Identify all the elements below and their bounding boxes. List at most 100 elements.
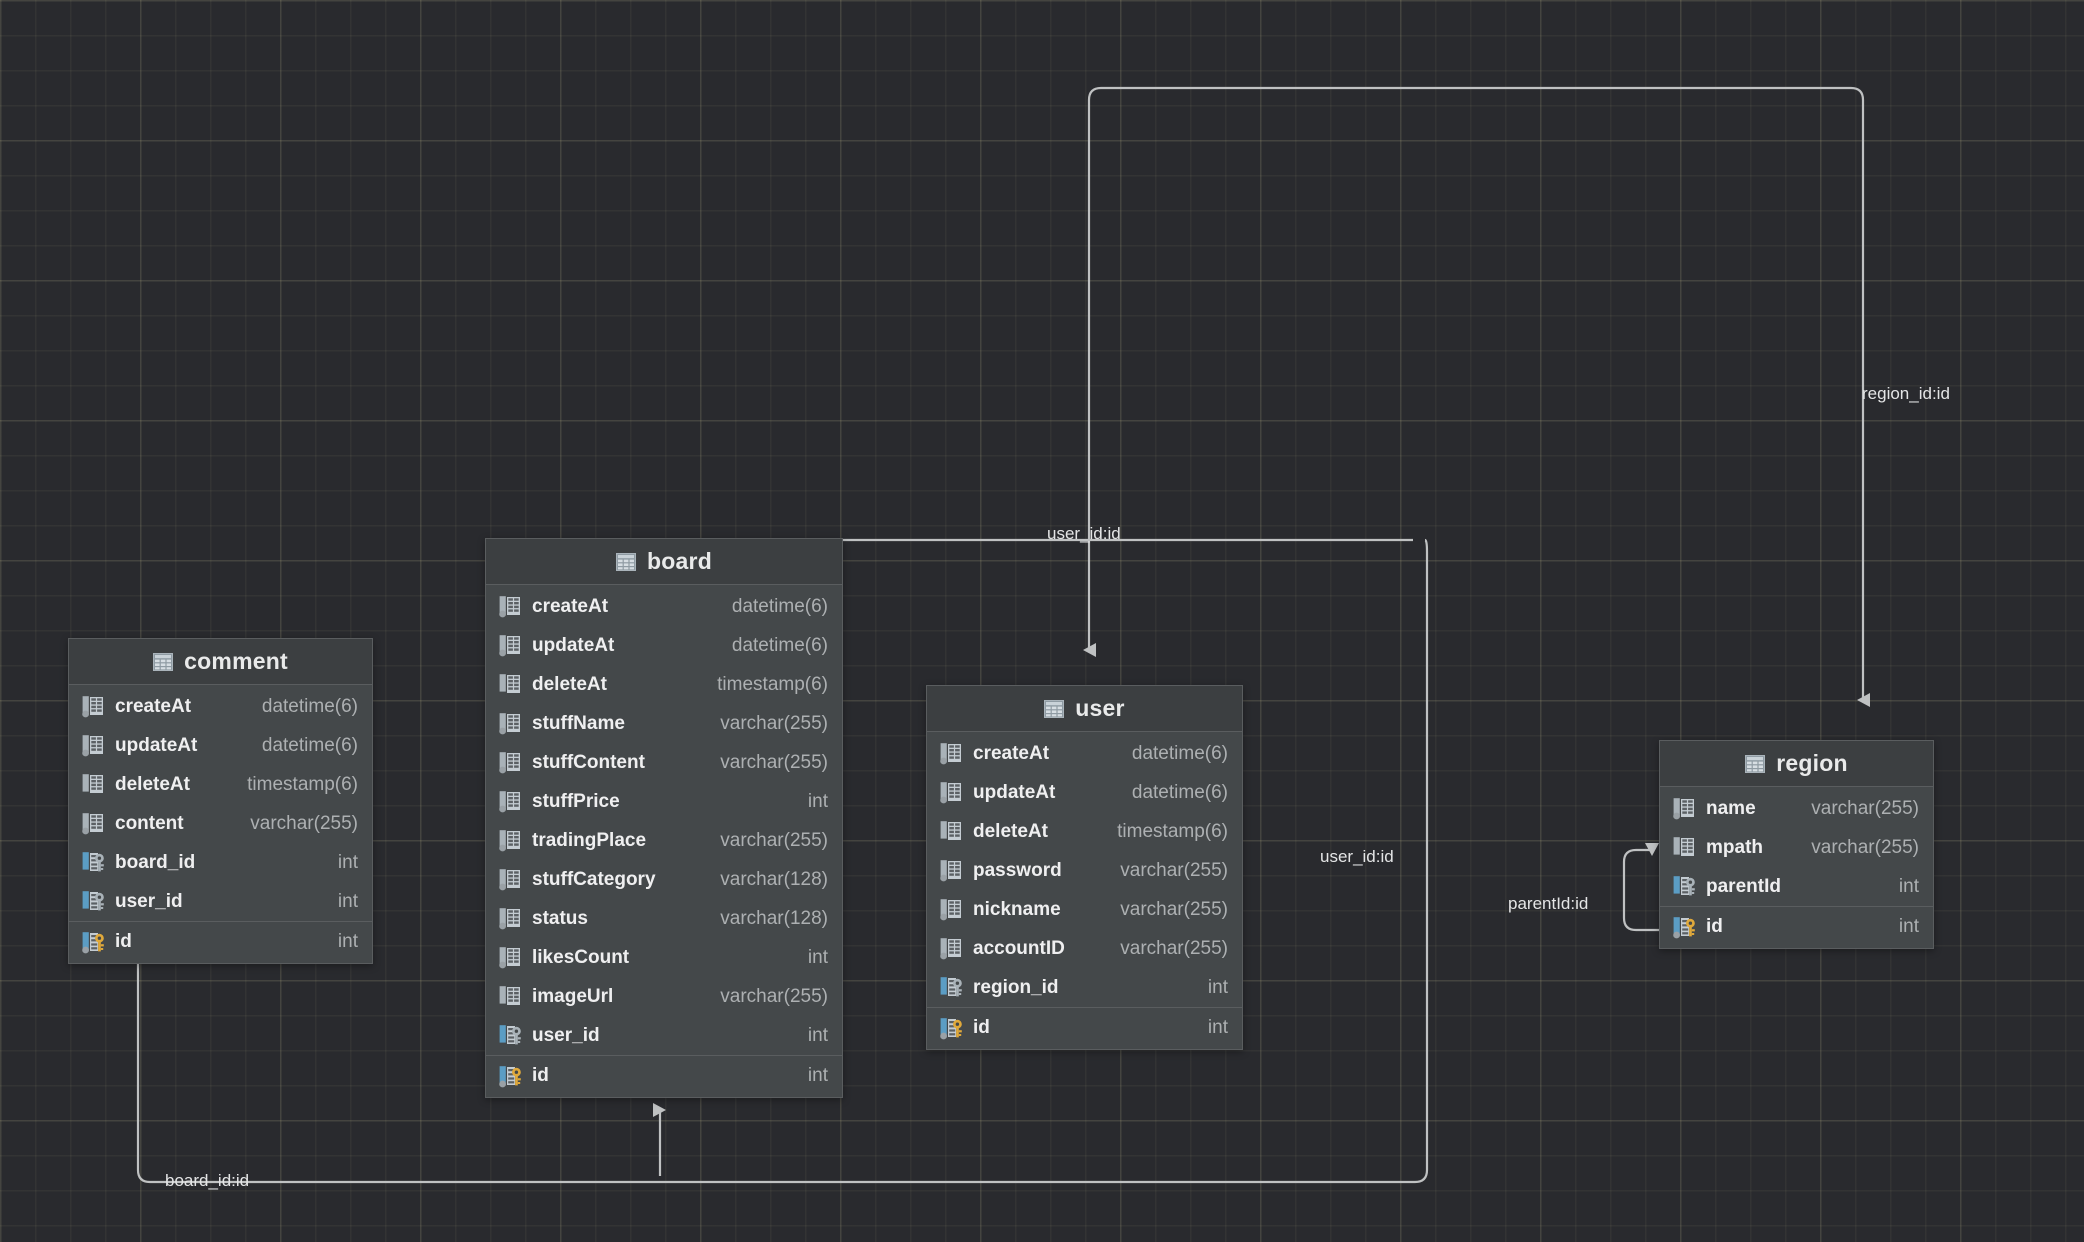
- column-row[interactable]: name varchar(255): [1660, 789, 1933, 828]
- primary-key-icon: [940, 1017, 964, 1040]
- column-row[interactable]: updateAt datetime(6): [486, 626, 842, 665]
- column-name: parentId: [1706, 875, 1781, 897]
- column-type: timestamp(6): [717, 673, 828, 695]
- primary-key-row[interactable]: id int: [69, 921, 372, 962]
- column-row[interactable]: createAt datetime(6): [69, 687, 372, 726]
- column-row[interactable]: stuffPrice int: [486, 782, 842, 821]
- table-node-user[interactable]: user createAt datetime(6) updateAt datet…: [926, 685, 1243, 1050]
- er-diagram-canvas[interactable]: region_id:id user_id:id user_id:id paren…: [0, 0, 2084, 1242]
- table-icon: [1044, 699, 1065, 718]
- column-row[interactable]: board_id int: [69, 843, 372, 882]
- column-name: id: [973, 1017, 990, 1038]
- column-type: int: [337, 890, 358, 912]
- column-row[interactable]: parentId int: [1660, 867, 1933, 906]
- column-name: createAt: [115, 695, 192, 717]
- table-title: user: [1075, 695, 1125, 721]
- column-row[interactable]: region_id int: [927, 968, 1242, 1007]
- column-type: varchar(128): [720, 868, 828, 890]
- table-node-region[interactable]: region name varchar(255) mpath varchar(2…: [1659, 740, 1934, 949]
- column-row[interactable]: updateAt datetime(6): [927, 773, 1242, 812]
- column-row[interactable]: stuffName varchar(255): [486, 704, 842, 743]
- column-icon: [499, 673, 523, 696]
- column-name: createAt: [532, 595, 609, 617]
- column-name: tradingPlace: [532, 829, 647, 851]
- column-name: user_id: [115, 890, 183, 912]
- column-row[interactable]: likesCount int: [486, 938, 842, 977]
- column-type: varchar(255): [720, 985, 828, 1007]
- edge-board-user-id-to-id: [843, 538, 1413, 657]
- table-header[interactable]: board: [486, 539, 842, 585]
- column-name: stuffCategory: [532, 868, 656, 890]
- foreign-key-icon: [499, 1024, 523, 1047]
- foreign-key-icon: [82, 851, 106, 874]
- column-row[interactable]: createAt datetime(6): [927, 734, 1242, 773]
- column-name: id: [1706, 916, 1723, 937]
- table-node-board[interactable]: board createAt datetime(6) updateAt date…: [485, 538, 843, 1098]
- column-nullable-icon: [940, 937, 964, 960]
- column-row[interactable]: deleteAt timestamp(6): [69, 765, 372, 804]
- primary-key-row[interactable]: id int: [927, 1007, 1242, 1048]
- column-nullable-icon: [499, 634, 523, 657]
- column-type: datetime(6): [731, 634, 828, 656]
- table-header[interactable]: user: [927, 686, 1242, 732]
- column-nullable-icon: [499, 946, 523, 969]
- column-row[interactable]: user_id int: [486, 1016, 842, 1055]
- column-row[interactable]: stuffCategory varchar(128): [486, 860, 842, 899]
- table-header[interactable]: region: [1660, 741, 1933, 787]
- column-type: varchar(255): [1120, 937, 1228, 959]
- column-type: varchar(255): [1811, 836, 1919, 858]
- column-type: int: [337, 851, 358, 873]
- column-type: varchar(255): [720, 829, 828, 851]
- column-row[interactable]: content varchar(255): [69, 804, 372, 843]
- edge-label-region-id: region_id:id: [1862, 384, 1950, 403]
- column-name: status: [532, 907, 588, 929]
- primary-key-row[interactable]: id int: [1660, 906, 1933, 947]
- column-row[interactable]: nickname varchar(255): [927, 890, 1242, 929]
- column-nullable-icon: [499, 907, 523, 930]
- table-header[interactable]: comment: [69, 639, 372, 685]
- column-type: datetime(6): [261, 734, 358, 756]
- column-row[interactable]: deleteAt timestamp(6): [486, 665, 842, 704]
- column-row[interactable]: tradingPlace varchar(255): [486, 821, 842, 860]
- column-name: id: [115, 931, 132, 952]
- table-body: createAt datetime(6) updateAt datetime(6…: [486, 585, 842, 1097]
- column-nullable-icon: [940, 859, 964, 882]
- column-row[interactable]: createAt datetime(6): [486, 587, 842, 626]
- column-row[interactable]: accountID varchar(255): [927, 929, 1242, 968]
- primary-key-row[interactable]: id int: [486, 1055, 842, 1096]
- column-type: varchar(255): [250, 812, 358, 834]
- column-row[interactable]: updateAt datetime(6): [69, 726, 372, 765]
- column-row[interactable]: status varchar(128): [486, 899, 842, 938]
- column-type: int: [1898, 916, 1919, 937]
- column-name: imageUrl: [532, 985, 614, 1007]
- column-nullable-icon: [499, 751, 523, 774]
- foreign-key-icon: [1673, 875, 1697, 898]
- column-row[interactable]: password varchar(255): [927, 851, 1242, 890]
- table-icon: [153, 652, 174, 671]
- column-name: createAt: [973, 742, 1050, 764]
- column-row[interactable]: imageUrl varchar(255): [486, 977, 842, 1016]
- column-type: timestamp(6): [247, 773, 358, 795]
- table-title: board: [647, 548, 712, 574]
- column-nullable-icon: [499, 595, 523, 618]
- column-type: int: [807, 1065, 828, 1086]
- column-type: int: [1898, 875, 1919, 897]
- edge-label-comment-user-id: user_id:id: [1320, 847, 1394, 866]
- edge-label-board-id: board_id:id: [165, 1171, 250, 1190]
- column-type: timestamp(6): [1117, 820, 1228, 842]
- column-icon: [82, 773, 106, 796]
- column-row[interactable]: mpath varchar(255): [1660, 828, 1933, 867]
- column-row[interactable]: deleteAt timestamp(6): [927, 812, 1242, 851]
- table-node-comment[interactable]: comment createAt datetime(6) updateAt da…: [68, 638, 373, 964]
- column-row[interactable]: stuffContent varchar(255): [486, 743, 842, 782]
- column-name: name: [1706, 797, 1756, 819]
- column-name: mpath: [1706, 836, 1763, 858]
- edge-label-board-user-id: user_id:id: [1047, 524, 1121, 543]
- column-name: stuffContent: [532, 751, 645, 773]
- column-name: updateAt: [973, 781, 1056, 803]
- column-type: datetime(6): [261, 695, 358, 717]
- edge-label-parentid: parentId:id: [1508, 894, 1589, 913]
- column-name: region_id: [973, 976, 1059, 998]
- column-name: updateAt: [115, 734, 198, 756]
- column-row[interactable]: user_id int: [69, 882, 372, 921]
